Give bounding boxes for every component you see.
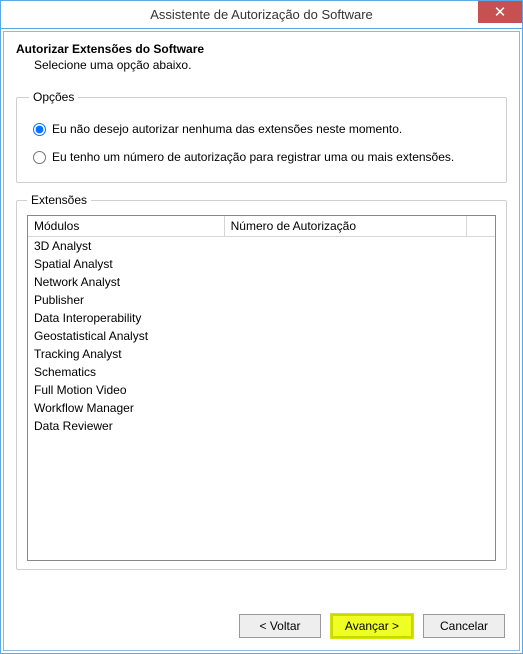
close-icon: ✕ — [494, 3, 507, 21]
cancel-button[interactable]: Cancelar — [423, 614, 505, 638]
dialog-window: Assistente de Autorização do Software ✕ … — [0, 0, 523, 654]
page-subtitle: Selecione uma opção abaixo. — [34, 58, 507, 72]
cell-module: Network Analyst — [28, 273, 224, 291]
radio-option-have-number[interactable]: Eu tenho um número de autorização para r… — [33, 150, 494, 164]
cell-module: Geostatistical Analyst — [28, 327, 224, 345]
table-row[interactable]: Publisher — [28, 291, 495, 309]
cell-auth — [224, 237, 467, 256]
cell-module: Tracking Analyst — [28, 345, 224, 363]
cell-module: Spatial Analyst — [28, 255, 224, 273]
table-row[interactable]: Data Reviewer — [28, 417, 495, 435]
table-row[interactable]: Workflow Manager — [28, 399, 495, 417]
radio-have-number-label: Eu tenho um número de autorização para r… — [52, 150, 454, 164]
radio-option-no-authorize[interactable]: Eu não desejo autorizar nenhuma das exte… — [33, 122, 494, 136]
window-title: Assistente de Autorização do Software — [150, 7, 373, 22]
cell-auth — [224, 399, 467, 417]
cell-auth — [224, 273, 467, 291]
radio-have-number-input[interactable] — [33, 151, 46, 164]
cell-module: Schematics — [28, 363, 224, 381]
cell-auth — [224, 309, 467, 327]
cell-module: Full Motion Video — [28, 381, 224, 399]
column-header-modules[interactable]: Módulos — [28, 216, 224, 237]
table-row[interactable]: 3D Analyst — [28, 237, 495, 256]
cell-module: 3D Analyst — [28, 237, 224, 256]
cell-auth — [224, 417, 467, 435]
extensions-table-wrap: Módulos Número de Autorização 3D Analyst… — [27, 215, 496, 561]
cell-module: Data Reviewer — [28, 417, 224, 435]
column-header-spacer — [467, 216, 495, 237]
table-row[interactable]: Full Motion Video — [28, 381, 495, 399]
table-row[interactable]: Schematics — [28, 363, 495, 381]
cell-auth — [224, 345, 467, 363]
content-inner: Autorizar Extensões do Software Selecion… — [3, 31, 520, 651]
cell-auth — [224, 363, 467, 381]
button-row: < Voltar Avançar > Cancelar — [239, 614, 505, 638]
next-button[interactable]: Avançar > — [331, 614, 413, 638]
column-header-auth[interactable]: Número de Autorização — [224, 216, 467, 237]
table-row[interactable]: Tracking Analyst — [28, 345, 495, 363]
cell-auth — [224, 255, 467, 273]
titlebar: Assistente de Autorização do Software ✕ — [1, 1, 522, 29]
table-row[interactable]: Data Interoperability — [28, 309, 495, 327]
cell-auth — [224, 327, 467, 345]
table-row[interactable]: Network Analyst — [28, 273, 495, 291]
cell-auth — [224, 381, 467, 399]
options-group: Opções Eu não desejo autorizar nenhuma d… — [16, 90, 507, 183]
cell-module: Data Interoperability — [28, 309, 224, 327]
extensions-table: Módulos Número de Autorização 3D Analyst… — [28, 216, 495, 435]
back-button[interactable]: < Voltar — [239, 614, 321, 638]
table-row[interactable]: Geostatistical Analyst — [28, 327, 495, 345]
close-button[interactable]: ✕ — [478, 1, 522, 23]
cell-module: Workflow Manager — [28, 399, 224, 417]
table-row[interactable]: Spatial Analyst — [28, 255, 495, 273]
cell-auth — [224, 291, 467, 309]
radio-no-authorize-input[interactable] — [33, 123, 46, 136]
options-legend: Opções — [29, 90, 78, 104]
cell-module: Publisher — [28, 291, 224, 309]
extensions-legend: Extensões — [27, 193, 91, 207]
radio-no-authorize-label: Eu não desejo autorizar nenhuma das exte… — [52, 122, 402, 136]
extensions-group: Extensões Módulos Número de Autorização … — [16, 193, 507, 570]
content-area: Autorizar Extensões do Software Selecion… — [1, 29, 522, 653]
page-title: Autorizar Extensões do Software — [16, 42, 507, 56]
